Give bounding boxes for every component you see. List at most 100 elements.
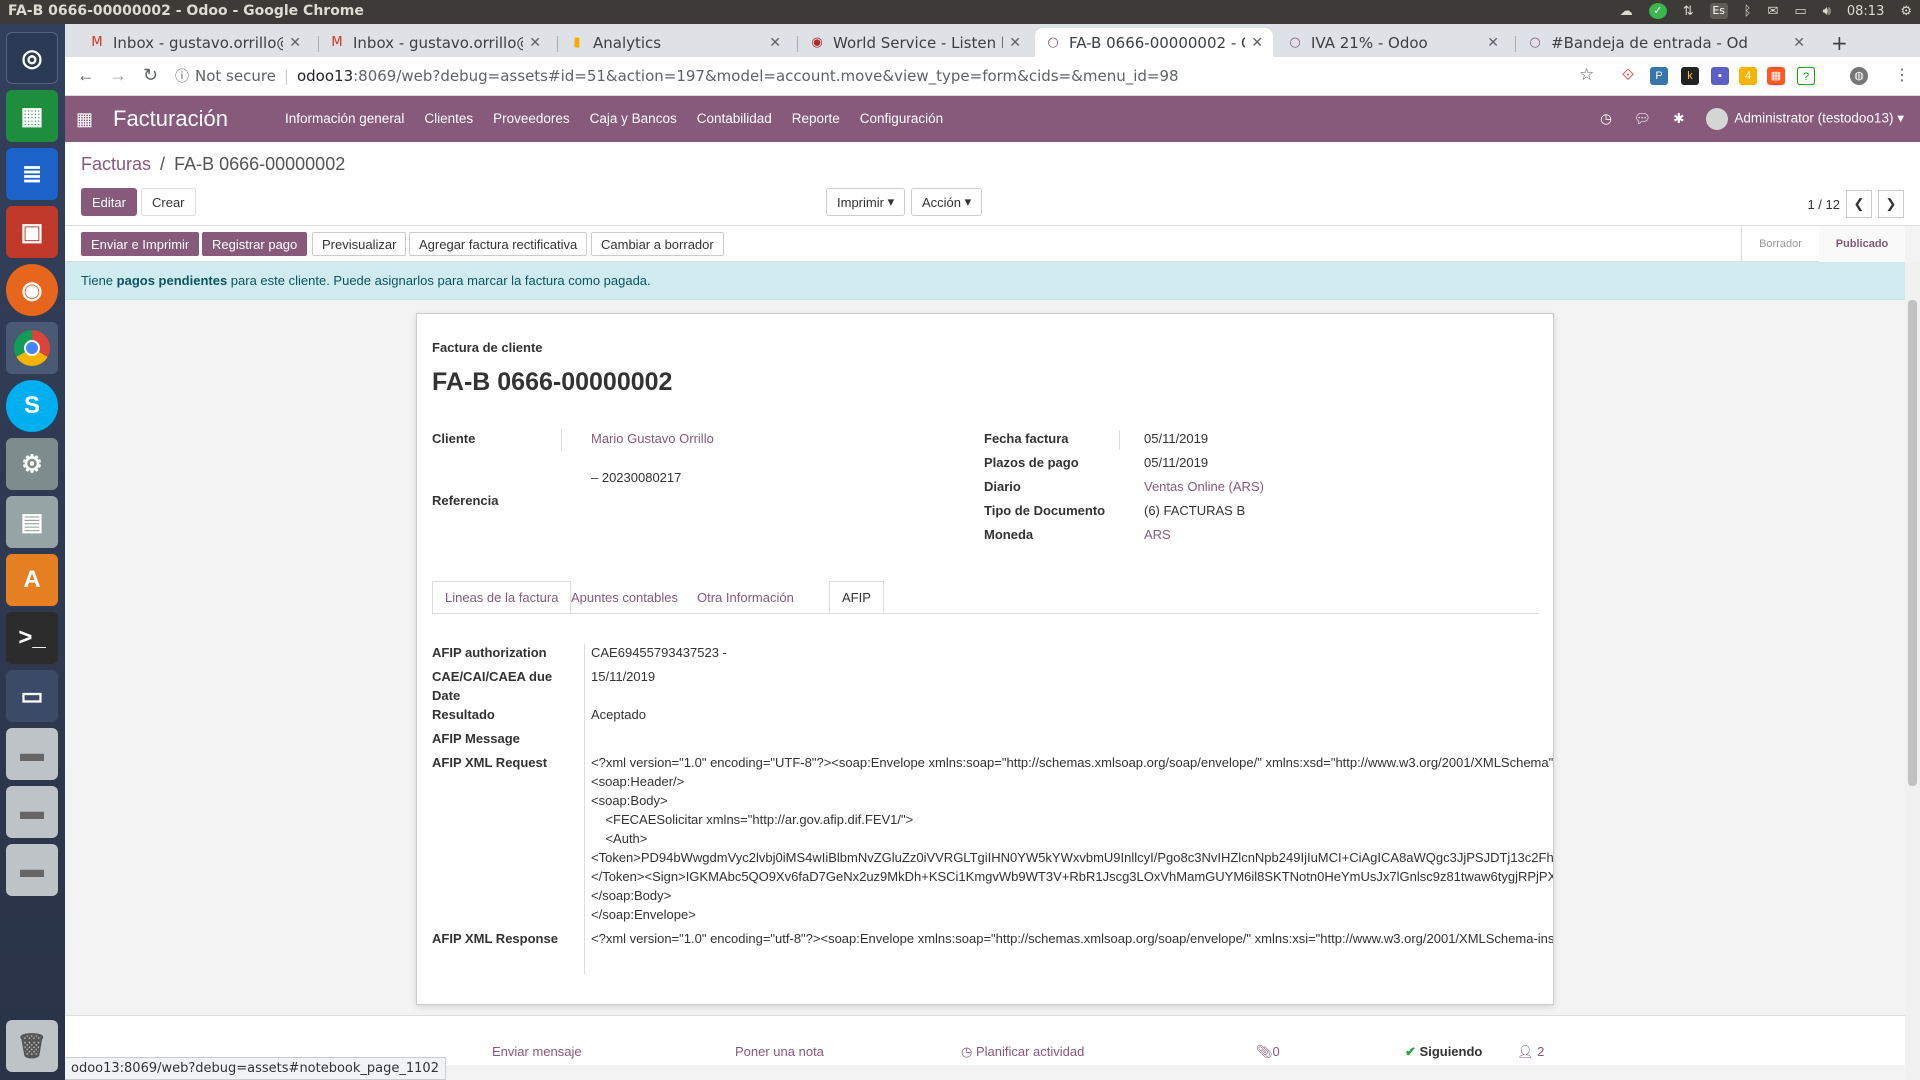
drive-icon[interactable]: ▬	[6, 786, 58, 838]
chrome-icon[interactable]	[6, 322, 58, 374]
spreadsheet-icon[interactable]: ▦	[6, 90, 58, 142]
extension-help-icon[interactable]: ?	[1797, 67, 1815, 85]
result-label: Resultado	[432, 707, 495, 722]
add-credit-note-button[interactable]: Agregar factura rectificativa	[409, 232, 588, 256]
forward-arrow-icon[interactable]: →	[109, 65, 127, 86]
menu-item[interactable]: Clientes	[424, 111, 473, 126]
followers-button[interactable]: 👤︎ 2	[1517, 1044, 1544, 1060]
close-icon[interactable]: ✕	[1251, 35, 1263, 51]
extension-icon[interactable]: ▦	[1767, 67, 1785, 85]
impress-icon[interactable]: ▣	[6, 206, 58, 258]
action-dropdown[interactable]: Acción ▾	[911, 188, 983, 216]
create-button[interactable]: Crear	[141, 188, 196, 216]
menu-item[interactable]: Información general	[285, 111, 404, 126]
clock[interactable]: 08:13	[1847, 4, 1884, 19]
menu-item[interactable]: Contabilidad	[697, 111, 772, 126]
currency-link[interactable]: ARS	[1144, 527, 1171, 542]
tab-other-info[interactable]: Otra Información	[685, 581, 806, 613]
software-center-icon[interactable]: A	[6, 554, 58, 606]
close-icon[interactable]: ✕	[1793, 35, 1805, 51]
address-bar[interactable]: ⓘ Not secure | odoo13 :8069/web?debug=as…	[171, 61, 1531, 91]
log-note-button[interactable]: Poner una nota	[735, 1044, 824, 1059]
browser-tab[interactable]: M Inbox - gustavo.orrillo@g ✕	[319, 28, 551, 57]
menu-item[interactable]: Configuración	[860, 111, 943, 126]
following-button[interactable]: ✔ Siguiendo	[1405, 1044, 1482, 1060]
browser-tab-active[interactable]: ○FA-B 0666-00000002 - Odo✕	[1035, 28, 1273, 57]
extension-icon[interactable]: ▪	[1711, 67, 1729, 85]
new-tab-button[interactable]: +	[1821, 28, 1861, 57]
keyboard-layout[interactable]: Es	[1709, 3, 1728, 19]
breadcrumb-parent[interactable]: Facturas	[81, 154, 151, 174]
mail-icon[interactable]: ✉	[1767, 4, 1778, 19]
reload-icon[interactable]: ↻	[143, 65, 158, 86]
odoo-icon: ○	[1047, 34, 1059, 50]
close-icon[interactable]: ✕	[1009, 35, 1021, 51]
settings-gear-icon[interactable]: ⚙	[1900, 4, 1912, 19]
workspace-switcher-icon[interactable]: ▭	[6, 670, 58, 722]
attachments-button[interactable]: 📎︎0	[1256, 1044, 1280, 1060]
files-icon[interactable]: ▤	[6, 496, 58, 548]
send-print-button[interactable]: Enviar e Imprimir	[81, 232, 200, 256]
reset-to-draft-button[interactable]: Cambiar a borrador	[591, 232, 724, 256]
drive-icon[interactable]: ▬	[6, 844, 58, 896]
browser-tab[interactable]: ◉ World Service - Listen l ✕	[799, 28, 1031, 57]
battery-icon[interactable]: ▭	[1794, 4, 1806, 19]
send-message-button[interactable]: Enviar mensaje	[492, 1044, 582, 1059]
scrollbar-thumb[interactable]	[1908, 300, 1917, 786]
tab-invoice-lines[interactable]: Lineas de la factura	[432, 581, 572, 613]
tab-afip[interactable]: AFIP	[829, 581, 884, 613]
apps-grid-icon[interactable]: ▦	[76, 109, 93, 130]
drive-icon[interactable]: ▬	[6, 728, 58, 780]
schedule-activity-button[interactable]: ◷ Planificar actividad	[961, 1044, 1084, 1060]
volume-icon[interactable]: 🔊︎	[1823, 4, 1831, 19]
writer-icon[interactable]: ≣	[6, 148, 58, 200]
customer-link[interactable]: Mario Gustavo Orrillo	[591, 431, 714, 446]
browser-tab[interactable]: ○ #Bandeja de entrada - Od ✕	[1517, 28, 1815, 57]
back-arrow-icon[interactable]: ←	[77, 65, 95, 86]
close-icon[interactable]: ✕	[1487, 35, 1499, 51]
menu-item[interactable]: Proveedores	[493, 111, 570, 126]
profile-icon[interactable]: ◍	[1850, 67, 1868, 85]
menu-item[interactable]: Caja y Bancos	[590, 111, 677, 126]
messaging-icon[interactable]: 💬︎	[1634, 111, 1651, 127]
print-dropdown[interactable]: Imprimir ▾	[826, 188, 906, 216]
register-payment-button[interactable]: Registrar pago	[202, 232, 308, 256]
bluetooth-icon[interactable]: ᛒ	[1744, 4, 1752, 19]
trash-icon[interactable]: 🗑︎	[6, 1020, 58, 1072]
bookmark-star-icon[interactable]: ☆	[1579, 65, 1594, 85]
cloud-icon[interactable]: ☁	[1620, 4, 1633, 19]
ubuntu-logo-icon[interactable]: ◎	[6, 32, 58, 84]
terminal-icon[interactable]: >_	[6, 612, 58, 664]
info-icon[interactable]: ⓘ	[175, 66, 189, 86]
pager-value[interactable]: 1 / 12	[1807, 197, 1840, 212]
url-divider: |	[283, 67, 289, 85]
browser-tab[interactable]: ○ IVA 21% - Odoo ✕	[1277, 28, 1509, 57]
next-record-icon[interactable]: ❯	[1878, 190, 1904, 218]
menu-item[interactable]: Reporte	[792, 111, 840, 126]
browser-tab[interactable]: ▮ Analytics ✕	[559, 28, 791, 57]
extension-icon[interactable]: ⟐	[1619, 67, 1637, 85]
network-arrows-icon[interactable]: ⇅	[1683, 4, 1694, 19]
tab-journal-items[interactable]: Apuntes contables	[559, 581, 690, 613]
python-icon[interactable]: P	[1650, 67, 1668, 85]
notebook-divider	[432, 613, 1539, 614]
extension-k-icon[interactable]: k	[1681, 67, 1699, 85]
app-brand[interactable]: Facturación	[113, 106, 228, 132]
activity-clock-icon[interactable]: ◷	[1600, 111, 1612, 127]
debug-bug-icon[interactable]: ✱	[1673, 111, 1684, 127]
more-vertical-icon[interactable]: ⋮	[1894, 65, 1910, 85]
journal-link[interactable]: Ventas Online (ARS)	[1144, 479, 1264, 494]
browser-tab[interactable]: MInbox - gustavo.orrillo@m✕	[79, 28, 311, 57]
preview-button[interactable]: Previsualizar	[312, 232, 407, 256]
close-icon[interactable]: ✕	[769, 35, 781, 51]
extension-badge-icon[interactable]: 4	[1739, 67, 1757, 85]
system-settings-icon[interactable]: ⚙	[6, 438, 58, 490]
previous-record-icon[interactable]: ❮	[1846, 190, 1872, 218]
skype-icon[interactable]: S	[6, 380, 58, 432]
check-icon[interactable]: ✓	[1648, 3, 1667, 19]
edit-button[interactable]: Editar	[81, 188, 137, 216]
close-icon[interactable]: ✕	[529, 35, 541, 51]
user-menu[interactable]: Administrator (testodoo13) ▾	[1706, 108, 1904, 130]
firefox-icon[interactable]: ◉	[6, 264, 58, 316]
close-icon[interactable]: ✕	[289, 35, 301, 51]
